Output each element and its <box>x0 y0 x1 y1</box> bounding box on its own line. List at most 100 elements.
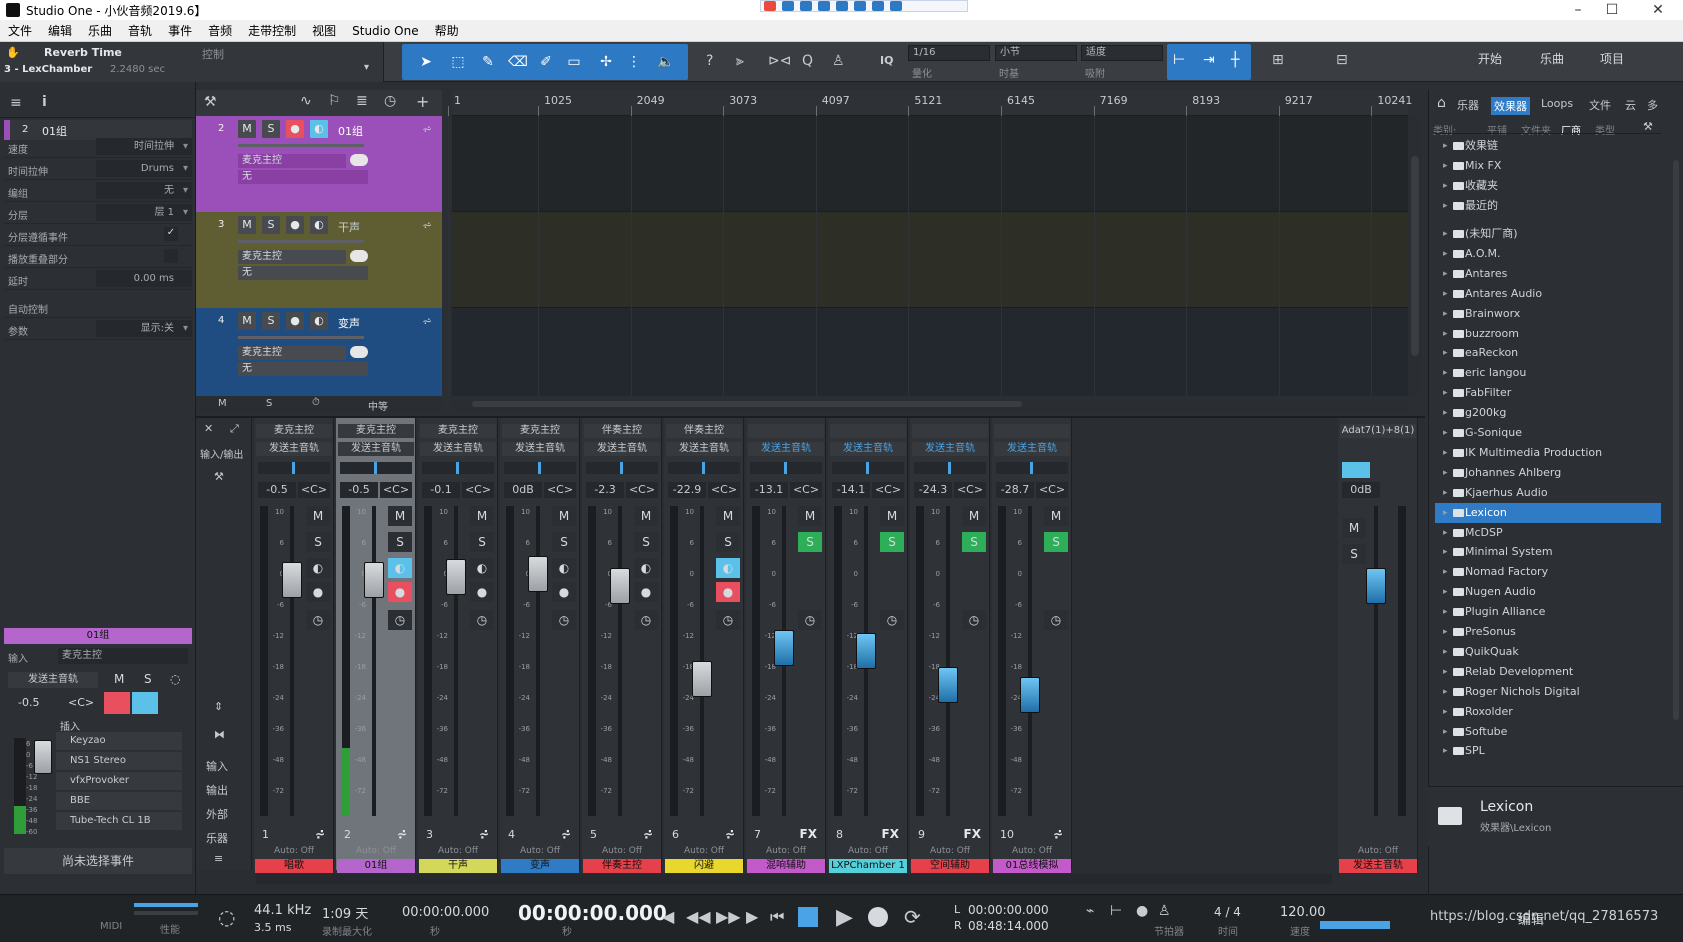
channel-pan-bar[interactable] <box>258 462 330 474</box>
channel-input[interactable]: 麦克主控 <box>502 424 578 438</box>
menu-item-0[interactable]: 文件 <box>0 20 40 42</box>
browser-vendor[interactable]: Relab Development <box>1435 662 1661 682</box>
channel-clock-icon[interactable]: ◷ <box>306 610 330 630</box>
waveform-icon[interactable]: ⩫ <box>397 827 407 841</box>
channel-mute-button[interactable]: M <box>306 506 330 526</box>
strip-pan[interactable]: <C> <box>68 696 94 709</box>
browser-vendor[interactable]: eric langou <box>1435 363 1661 383</box>
timeline-ruler[interactable]: 1 1025 2049 3073 4097 5121 6145 7169 8193 9217 102… <box>448 90 1412 116</box>
channel-mute-button[interactable]: M <box>880 506 904 526</box>
strip-input-select[interactable]: 麦克主控 <box>58 648 188 664</box>
track-header[interactable]: 4 M S ● ◐ 变声 ⩫ 麦克主控无 <box>196 308 442 404</box>
waveform-icon[interactable]: ⩫ <box>422 314 432 328</box>
audio-bend-icon[interactable]: ⫸ <box>736 53 744 69</box>
channel-input[interactable] <box>830 424 906 438</box>
track-solo-button[interactable]: S <box>262 120 280 138</box>
browser-vendor[interactable]: Roger Nichols Digital <box>1435 682 1661 702</box>
channel-solo-button[interactable]: S <box>716 532 740 552</box>
channel-input[interactable] <box>748 424 824 438</box>
browser-vendor[interactable]: Johannes Ahlberg <box>1435 463 1661 483</box>
edit-label[interactable]: 编辑 <box>1518 909 1544 928</box>
channel-pan[interactable]: <C> <box>872 482 904 498</box>
paint-tool-icon[interactable]: ✐ <box>536 52 556 72</box>
channel-automation[interactable]: Auto: Off <box>992 846 1072 856</box>
quantize-q-icon[interactable]: Q <box>802 53 813 69</box>
track-input-select[interactable]: 麦克主控 <box>238 346 346 360</box>
inspector-row-value[interactable]: 显示:关 <box>96 320 192 337</box>
insert-slot[interactable]: BBE <box>56 792 182 810</box>
record-button[interactable] <box>868 907 888 927</box>
track-name[interactable]: 干声 <box>338 219 360 235</box>
position-secondary[interactable]: 00:00:00.000 <box>402 905 489 920</box>
channel-fader-track[interactable] <box>372 506 376 816</box>
channel-input[interactable]: 伴奏主控 <box>584 424 660 438</box>
channel-clock-icon[interactable]: ◷ <box>1044 610 1068 630</box>
channel-input[interactable] <box>912 424 988 438</box>
quantize-select[interactable]: 1/16 <box>908 45 990 61</box>
channel-name[interactable]: LXPChamber 1 <box>829 859 907 873</box>
browser-item[interactable]: Mix FX <box>1435 156 1661 176</box>
footer-size[interactable]: 中等 <box>368 398 388 413</box>
menu-item-5[interactable]: 音频 <box>200 20 240 42</box>
channel-pan-bar[interactable] <box>422 462 494 474</box>
channel-name[interactable]: 01总线模拟 <box>993 859 1071 873</box>
channel-record-button[interactable]: ● <box>388 582 412 602</box>
inspector-row-value[interactable]: 0.00 ms <box>96 270 192 287</box>
browser-vendor[interactable]: Lexicon <box>1435 502 1661 523</box>
channel-monitor-button[interactable]: ◐ <box>716 558 740 578</box>
listen-tool-icon[interactable]: ⋮ <box>624 52 644 72</box>
channel-send[interactable]: 发送主音轨 <box>502 442 578 456</box>
main-automation[interactable]: Auto: Off <box>1338 846 1418 856</box>
range-tool-icon[interactable]: ⬚ <box>448 52 468 72</box>
waveform-icon[interactable]: ⩫ <box>422 122 432 136</box>
mixer-arrows-icon[interactable]: ⇕ <box>214 700 223 713</box>
goto-start-icon[interactable]: ⏮ <box>770 907 784 927</box>
channel-fx[interactable]: FX <box>964 827 981 841</box>
channel-automation[interactable]: Auto: Off <box>336 846 416 856</box>
channel-pan[interactable]: <C> <box>954 482 986 498</box>
insert-slot[interactable]: NS1 Stereo <box>56 752 182 770</box>
loop-left[interactable]: 00:00:00.000 <box>968 903 1049 917</box>
main-gain[interactable]: 0dB <box>1342 482 1380 498</box>
main-fader[interactable] <box>1366 568 1386 604</box>
channel-record-button[interactable]: ● <box>716 582 740 602</box>
channel-solo-button[interactable]: S <box>634 532 658 552</box>
channel-name[interactable]: 干声 <box>419 859 497 873</box>
close-icon[interactable]: ✕ <box>1633 0 1683 20</box>
browser-tab[interactable]: 乐器 <box>1457 97 1479 113</box>
mixer-pin-icon[interactable]: ⤢ <box>230 422 239 436</box>
footer-solo[interactable]: S <box>266 398 272 409</box>
browser-subtab[interactable]: 厂商 <box>1561 122 1581 137</box>
browser-subtab[interactable]: 类别: <box>1433 122 1456 137</box>
channel-solo-button[interactable]: S <box>798 532 822 552</box>
browser-vendor[interactable]: Nomad Factory <box>1435 562 1661 582</box>
inspector-checkbox[interactable] <box>164 249 178 263</box>
footer-mute[interactable]: M <box>218 398 227 409</box>
browser-tab[interactable]: Loops <box>1541 97 1573 110</box>
main-solo-button[interactable]: S <box>1342 544 1366 564</box>
track-name[interactable]: 变声 <box>338 315 360 331</box>
channel-mute-button[interactable]: M <box>716 506 740 526</box>
channel-clock-icon[interactable]: ◷ <box>798 610 822 630</box>
track-lane[interactable] <box>452 116 1408 212</box>
channel-send[interactable]: 发送主音轨 <box>584 442 660 456</box>
browser-vendor[interactable]: QuikQuak <box>1435 642 1661 662</box>
browser-vendor[interactable]: PreSonus <box>1435 622 1661 642</box>
channel-name[interactable]: 闪避 <box>665 859 743 873</box>
strip-record-button[interactable] <box>104 692 130 714</box>
main-fader-track[interactable] <box>1374 506 1378 816</box>
strip-monitor-button[interactable] <box>132 692 158 714</box>
vertical-scrollbar[interactable] <box>1408 116 1422 396</box>
channel-name[interactable]: 变声 <box>501 859 579 873</box>
stop-button[interactable] <box>798 907 818 927</box>
browser-item[interactable]: 收藏夹 <box>1435 176 1661 196</box>
waveform-icon[interactable]: ⩫ <box>561 827 571 841</box>
channel-clock-icon[interactable]: ◷ <box>470 610 494 630</box>
channel-gain[interactable]: -0.1 <box>422 482 460 498</box>
browser-tab[interactable]: 文件 <box>1589 97 1611 113</box>
strip-phase-icon[interactable]: ◌ <box>170 672 180 686</box>
mixer-side-io[interactable]: 输入/输出 <box>200 446 243 461</box>
channel-monitor-button[interactable]: ◐ <box>306 558 330 578</box>
automation-icon[interactable]: ∿ <box>300 93 312 109</box>
browser-subtab[interactable]: 平铺 <box>1487 122 1507 137</box>
